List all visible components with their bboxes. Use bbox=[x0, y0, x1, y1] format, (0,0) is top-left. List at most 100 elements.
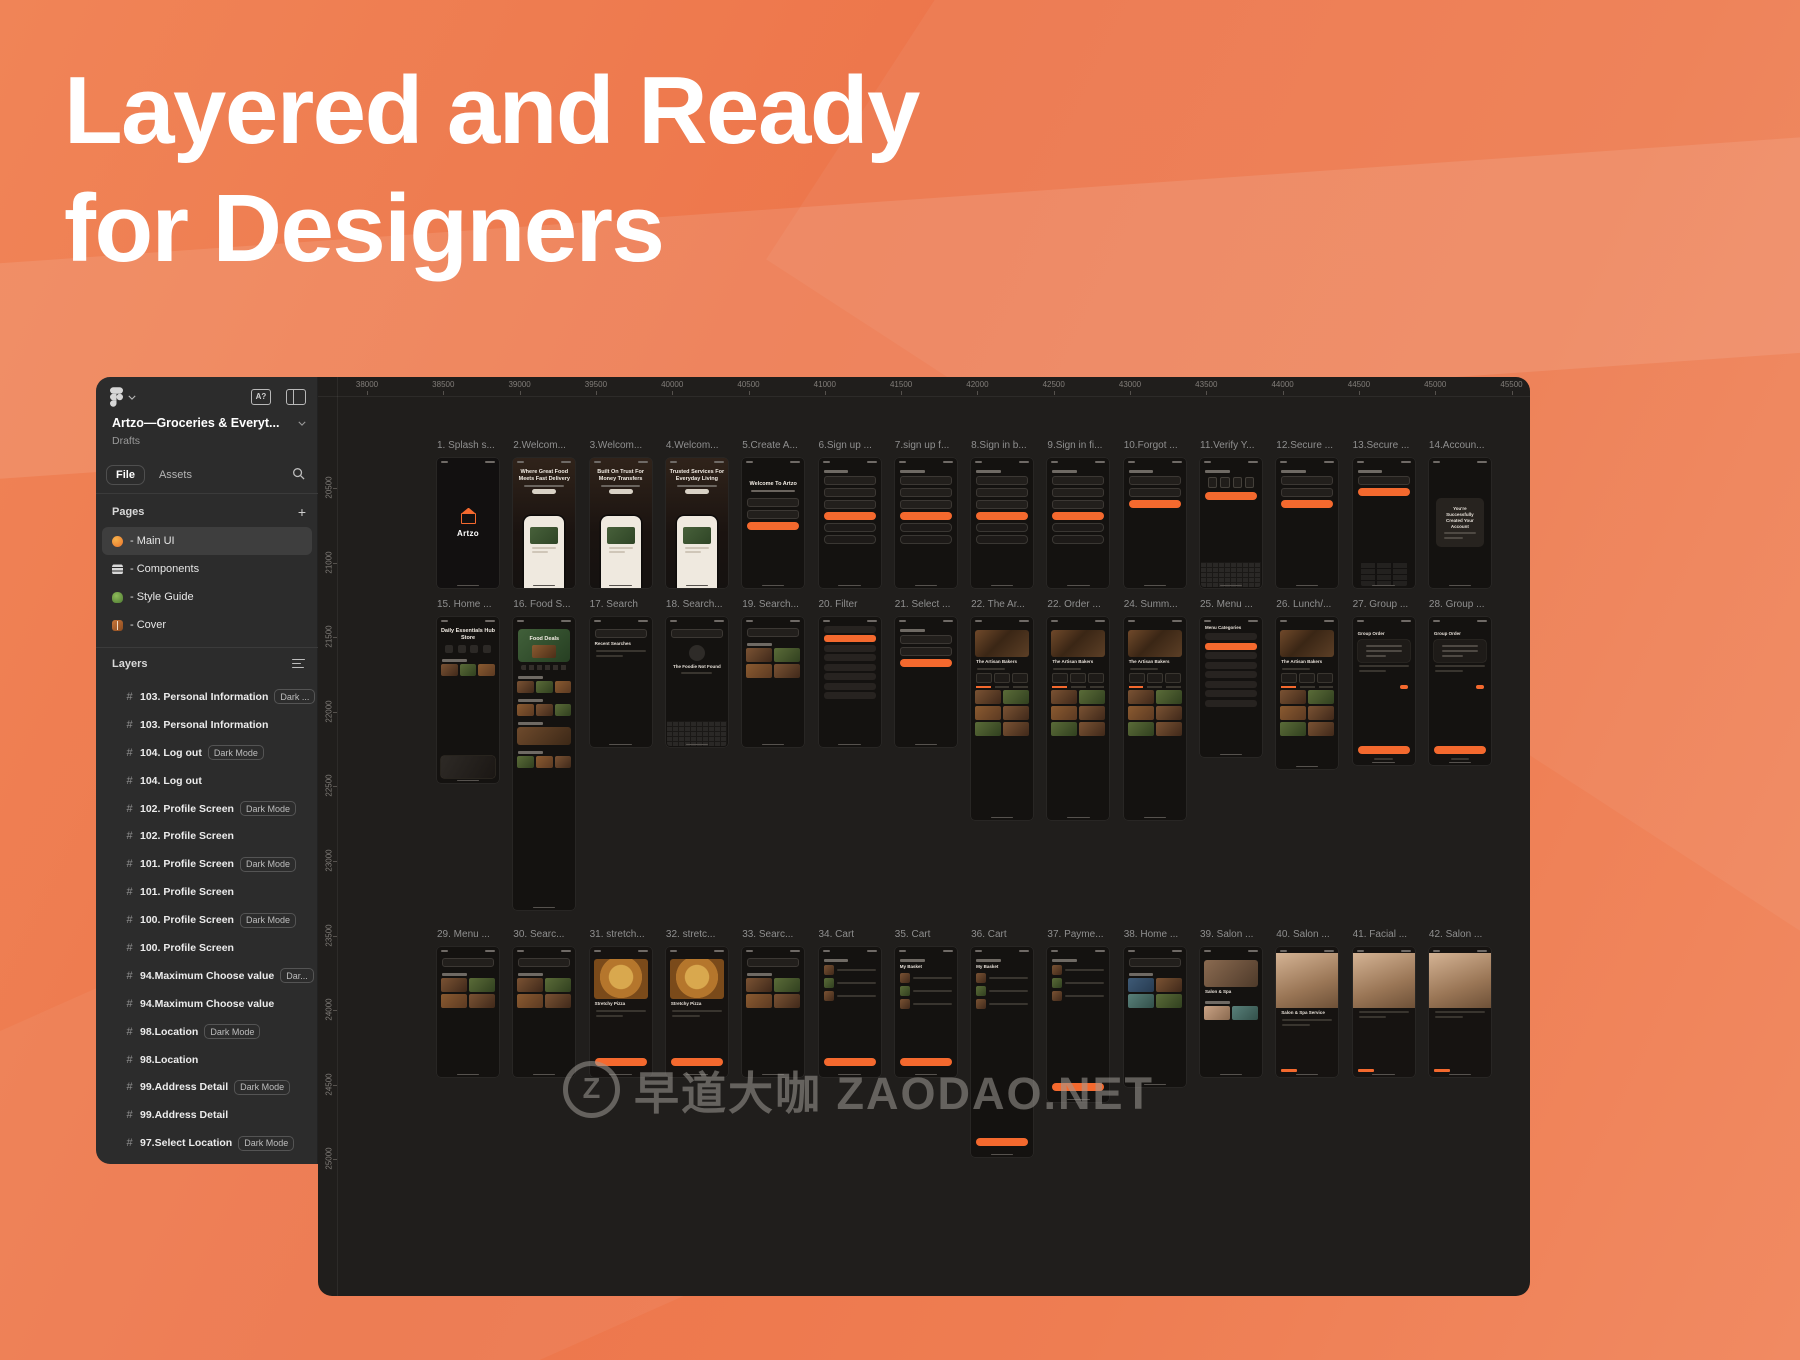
canvas-frame[interactable] bbox=[1429, 947, 1491, 1077]
layer-item[interactable]: #104. Log outDark Mode bbox=[96, 739, 318, 767]
layer-item[interactable]: #101. Profile ScreenDark Mode bbox=[96, 850, 318, 878]
frame-label[interactable]: 29. Menu ... bbox=[437, 929, 499, 942]
file-title[interactable]: Artzo—Groceries & Everyt... bbox=[112, 416, 290, 430]
frame-label[interactable]: 3.Welcom... bbox=[590, 440, 652, 453]
canvas-frame[interactable]: Trusted Services For Everyday Living bbox=[666, 458, 728, 588]
frame-label[interactable]: 5.Create A... bbox=[742, 440, 804, 453]
layer-item[interactable]: #101. Profile Screen bbox=[96, 878, 318, 906]
canvas-frame[interactable] bbox=[742, 617, 804, 747]
toggle-sidebar-icon[interactable] bbox=[286, 389, 306, 405]
canvas-frame[interactable]: Where Great Food Meets Fast Delivery bbox=[513, 458, 575, 588]
frame-label[interactable]: 4.Welcom... bbox=[666, 440, 728, 453]
frame-label[interactable]: 38. Home ... bbox=[1124, 929, 1186, 942]
frame-label[interactable]: 19. Search... bbox=[742, 599, 804, 612]
page-item[interactable]: - Style Guide bbox=[102, 583, 312, 611]
frame-label[interactable]: 28. Group ... bbox=[1429, 599, 1491, 612]
canvas-frame[interactable] bbox=[1124, 458, 1186, 588]
frame-label[interactable]: 13.Secure ... bbox=[1353, 440, 1415, 453]
frame-label[interactable]: 25. Menu ... bbox=[1200, 599, 1262, 612]
frame-label[interactable]: 36. Cart bbox=[971, 929, 1033, 942]
canvas-frame[interactable] bbox=[895, 458, 957, 588]
frame-label[interactable]: 31. stretch... bbox=[590, 929, 652, 942]
layer-item[interactable]: #99.Address Detail bbox=[96, 1101, 318, 1129]
canvas-frame[interactable]: Menu Categories bbox=[1200, 617, 1262, 757]
canvas-frame[interactable]: Artzo bbox=[437, 458, 499, 588]
canvas-frame[interactable]: The Artisan Bakers bbox=[1276, 617, 1338, 769]
canvas-frame[interactable] bbox=[971, 458, 1033, 588]
canvas-frame[interactable] bbox=[895, 617, 957, 747]
layer-item[interactable]: #98.LocationDark Mode bbox=[96, 1018, 318, 1046]
chevron-down-icon[interactable] bbox=[128, 395, 136, 400]
frame-label[interactable]: 39. Salon ... bbox=[1200, 929, 1262, 942]
frame-label[interactable]: 32. stretc... bbox=[666, 929, 728, 942]
layer-item[interactable]: #104. Log out bbox=[96, 767, 318, 795]
frame-label[interactable]: 17. Search bbox=[590, 599, 652, 612]
layer-item[interactable]: #100. Profile Screen bbox=[96, 934, 318, 962]
layer-item[interactable]: #97.Select LocationDark Mode bbox=[96, 1129, 318, 1157]
frame-label[interactable]: 2.Welcom... bbox=[513, 440, 575, 453]
frame-label[interactable]: 24. Summ... bbox=[1124, 599, 1186, 612]
canvas-frame[interactable]: Recent Searches bbox=[590, 617, 652, 747]
frame-label[interactable]: 30. Searc... bbox=[513, 929, 575, 942]
canvas-frame[interactable] bbox=[1353, 947, 1415, 1077]
layers-options-icon[interactable] bbox=[292, 659, 305, 670]
frame-label[interactable]: 40. Salon ... bbox=[1276, 929, 1338, 942]
frame-label[interactable]: 6.Sign up ... bbox=[819, 440, 881, 453]
layer-item[interactable]: #102. Profile Screen bbox=[96, 822, 318, 850]
frame-label[interactable]: 34. Cart bbox=[819, 929, 881, 942]
layer-item[interactable]: #98.Location bbox=[96, 1046, 318, 1074]
add-page-icon[interactable]: + bbox=[298, 504, 306, 520]
tab-assets[interactable]: Assets bbox=[149, 465, 202, 485]
frame-label[interactable]: 14.Accoun... bbox=[1429, 440, 1491, 453]
frame-label[interactable]: 18. Search... bbox=[666, 599, 728, 612]
figma-logo-icon[interactable] bbox=[110, 387, 123, 407]
canvas-frame[interactable] bbox=[1200, 458, 1262, 588]
canvas-frame[interactable]: Built On Trust For Money Transfers bbox=[590, 458, 652, 588]
canvas-frame[interactable]: The Artisan Bakers bbox=[1047, 617, 1109, 820]
frame-label[interactable]: 8.Sign in b... bbox=[971, 440, 1033, 453]
canvas-frame[interactable]: Daily Essentials Hub Store bbox=[437, 617, 499, 783]
canvas-frame[interactable]: Welcome To Artzo bbox=[742, 458, 804, 588]
canvas-frame[interactable] bbox=[1276, 458, 1338, 588]
horizontal-ruler[interactable] bbox=[318, 396, 1530, 397]
frame-label[interactable]: 12.Secure ... bbox=[1276, 440, 1338, 453]
canvas-frame[interactable]: You're Successfully Created Your Account bbox=[1429, 458, 1491, 588]
canvas[interactable]: 3800038500390003950040000405004100041500… bbox=[318, 377, 1530, 1296]
layer-item[interactable]: #94.Maximum Choose valueDar... bbox=[96, 962, 318, 990]
canvas-frame[interactable]: The Artisan Bakers bbox=[971, 617, 1033, 820]
frame-label[interactable]: 41. Facial ... bbox=[1353, 929, 1415, 942]
canvas-frame[interactable]: Group Order bbox=[1353, 617, 1415, 765]
canvas-frame[interactable] bbox=[819, 458, 881, 588]
frame-label[interactable]: 9.Sign in fi... bbox=[1047, 440, 1109, 453]
layer-item[interactable]: #103. Personal InformationDark ... bbox=[96, 683, 318, 711]
page-item[interactable]: - Components bbox=[102, 555, 312, 583]
canvas-frame[interactable] bbox=[819, 617, 881, 747]
frame-label[interactable]: 35. Cart bbox=[895, 929, 957, 942]
frame-label[interactable]: 37. Payme... bbox=[1047, 929, 1109, 942]
vertical-ruler[interactable] bbox=[337, 377, 338, 1296]
file-title-chevron-icon[interactable] bbox=[298, 421, 306, 426]
frame-label[interactable]: 42. Salon ... bbox=[1429, 929, 1491, 942]
page-item[interactable]: - Cover bbox=[102, 611, 312, 639]
canvas-frame[interactable]: Group Order bbox=[1429, 617, 1491, 765]
canvas-frame[interactable]: Food Deals bbox=[513, 617, 575, 910]
frame-label[interactable]: 11.Verify Y... bbox=[1200, 440, 1262, 453]
search-icon[interactable] bbox=[292, 467, 305, 480]
frame-label[interactable]: 33. Searc... bbox=[742, 929, 804, 942]
layer-item[interactable]: #99.Address DetailDark Mode bbox=[96, 1073, 318, 1101]
canvas-frame[interactable] bbox=[1047, 458, 1109, 588]
canvas-frame[interactable] bbox=[1353, 458, 1415, 588]
file-location[interactable]: Drafts bbox=[112, 435, 140, 447]
frame-label[interactable]: 10.Forgot ... bbox=[1124, 440, 1186, 453]
missing-fonts-icon[interactable]: A? bbox=[251, 389, 271, 405]
canvas-frame[interactable]: The Foodie Not Found bbox=[666, 617, 728, 747]
layer-item[interactable]: #102. Profile ScreenDark Mode bbox=[96, 795, 318, 823]
page-item[interactable]: - Main UI bbox=[102, 527, 312, 555]
frame-label[interactable]: 21. Select ... bbox=[895, 599, 957, 612]
frame-label[interactable]: 1. Splash s... bbox=[437, 440, 499, 453]
frame-label[interactable]: 7.sign up f... bbox=[895, 440, 957, 453]
frame-label[interactable]: 26. Lunch/... bbox=[1276, 599, 1338, 612]
frame-label[interactable]: 22. Order ... bbox=[1047, 599, 1109, 612]
layer-item[interactable]: #103. Personal Information bbox=[96, 711, 318, 739]
tab-file[interactable]: File bbox=[106, 465, 145, 485]
